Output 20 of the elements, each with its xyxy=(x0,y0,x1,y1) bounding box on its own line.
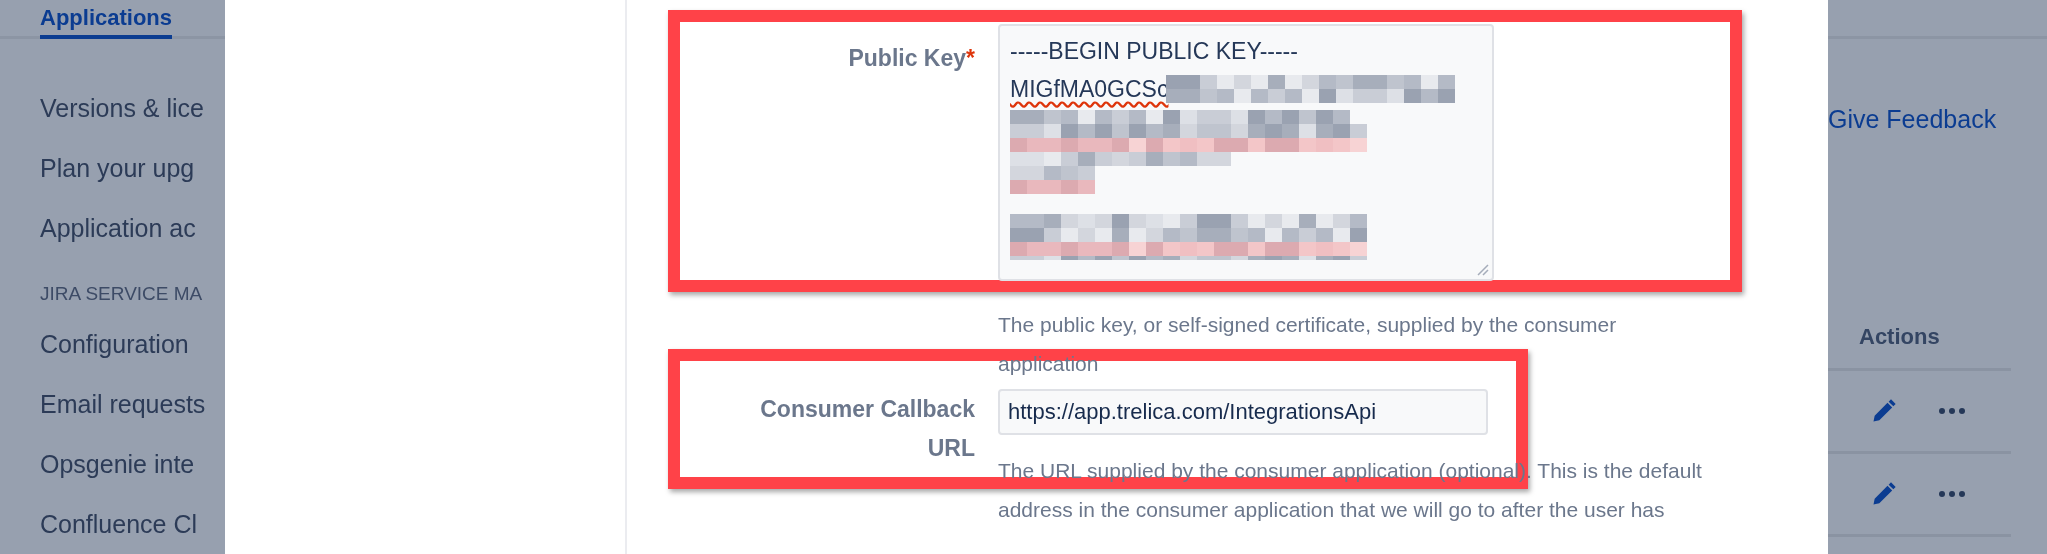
sidebar-item[interactable]: Configuration xyxy=(40,329,225,359)
field-label: Consumer Callback URL xyxy=(759,395,975,463)
key-line: MIGfMA0GCSc xyxy=(1010,75,1169,104)
sidebar-item[interactable]: Confluence Cl xyxy=(40,509,225,539)
sidebar-item[interactable]: Plan your upg xyxy=(40,153,225,183)
field-label: Public Key* xyxy=(848,44,975,73)
public-key-field[interactable]: -----BEGIN PUBLIC KEY----- MIGfMA0GCSc xyxy=(998,24,1494,281)
key-line: -----BEGIN PUBLIC KEY----- xyxy=(1010,37,1299,66)
sidebar-item[interactable]: Application ac xyxy=(40,213,225,243)
sidebar-item[interactable]: Email requests xyxy=(40,389,225,419)
sidebar-item[interactable]: Versions & lice xyxy=(40,93,225,123)
column-header: Actions xyxy=(1828,324,2011,371)
section-heading: JIRA SERVICE MA xyxy=(40,283,204,305)
resize-grip-icon[interactable] xyxy=(1475,262,1489,276)
sidebar-item[interactable]: Opsgenie inte xyxy=(40,449,225,479)
url-input-field[interactable]: https://app.trelica.com/IntegrationsApi xyxy=(998,389,1488,435)
give-feedback-link[interactable]: Give Feedback xyxy=(1828,105,1997,134)
more-icon[interactable] xyxy=(1938,407,1966,415)
nav-tab[interactable]: Applications xyxy=(40,5,172,39)
more-icon[interactable] xyxy=(1938,490,1966,498)
